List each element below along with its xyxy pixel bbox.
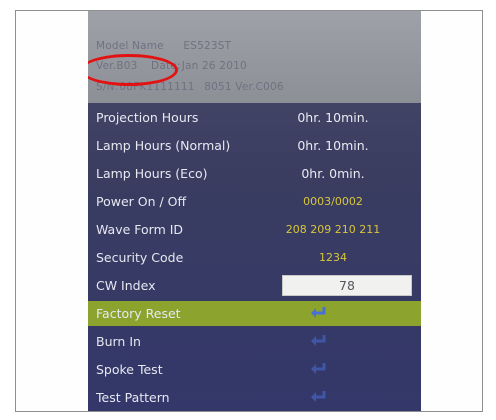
menu-row-lamp-hours-eco: Lamp Hours (Eco) 0hr. 0min. [88,161,421,186]
lamp-hours-normal-label: Lamp Hours (Normal) [96,138,231,153]
lamp-hours-eco-label: Lamp Hours (Eco) [96,166,208,181]
model-label: Model Name [96,40,164,52]
spoke-test-label: Spoke Test [96,362,163,377]
wave-form-id-label: Wave Form ID [96,222,184,237]
menu-row-wave-form-id: Wave Form ID 208 209 210 211 [88,217,421,242]
model-row: Model Name ES523ST [96,40,237,52]
lamp-hours-normal-value: 0hr. 10min. [297,138,369,153]
cw-index-field[interactable]: 78 [282,275,412,296]
power-on-off-label: Power On / Off [96,194,187,209]
menu-row-security-code: Security Code 1234 [88,245,421,270]
enter-icon[interactable] [310,334,328,348]
device-info-panel: Model Name ES523ST Ver.B03 Date:Jan 26 2… [88,11,421,103]
burn-in-label: Burn In [96,334,141,349]
date-value: Jan 26 2010 [181,60,247,72]
menu-row-cw-index[interactable]: CW Index 78 [88,273,421,298]
menu-row-projection-hours: Projection Hours 0hr. 10min. [88,105,421,130]
menu-row-factory-reset[interactable]: Factory Reset [88,301,421,326]
photo-frame: Model Name ES523ST Ver.B03 Date:Jan 26 2… [15,10,483,412]
menu-row-test-pattern[interactable]: Test Pattern [88,385,421,410]
model-value: ES523ST [183,40,232,52]
menu-row-burn-in[interactable]: Burn In [88,329,421,354]
factory-reset-label: Factory Reset [96,306,181,321]
wave-form-id-value: 208 209 210 211 [285,223,381,236]
security-code-label: Security Code [96,250,184,265]
projection-hours-label: Projection Hours [96,110,199,125]
cw-index-label: CW Index [96,278,156,293]
projection-hours-value: 0hr. 10min. [297,110,369,125]
mcu-version: 8051 Ver.C006 [204,81,284,93]
enter-icon[interactable] [310,362,328,376]
menu-row-spoke-test[interactable]: Spoke Test [88,357,421,382]
lamp-hours-eco-value: 0hr. 0min. [301,166,365,181]
menu-row-power-on-off: Power On / Off 0003/0002 [88,189,421,214]
projector-service-menu: Model Name ES523ST Ver.B03 Date:Jan 26 2… [88,11,421,411]
security-code-value: 1234 [319,251,347,264]
enter-icon[interactable] [310,306,328,320]
menu-row-lamp-hours-normal: Lamp Hours (Normal) 0hr. 10min. [88,133,421,158]
test-pattern-label: Test Pattern [96,390,170,405]
power-on-off-value: 0003/0002 [303,195,363,208]
enter-icon[interactable] [310,390,328,404]
